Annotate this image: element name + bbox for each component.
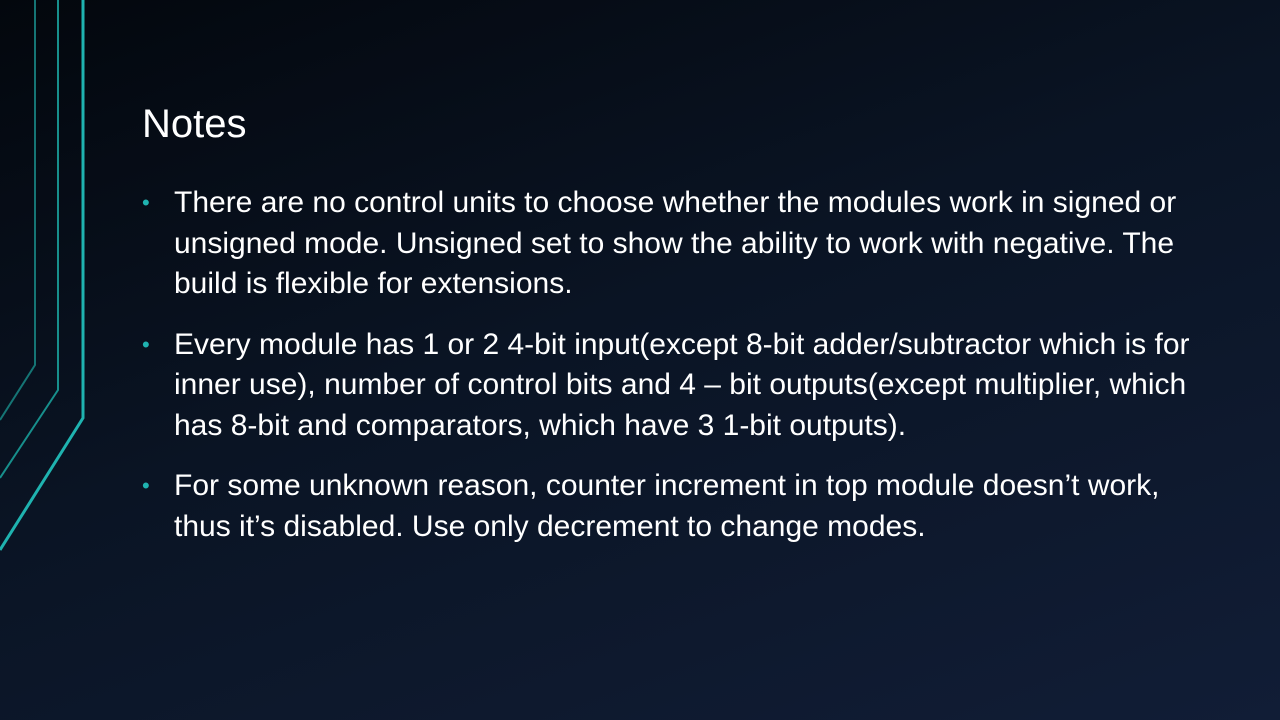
- bullet-dot-icon: •: [142, 190, 150, 215]
- deco-line-3: [0, 0, 85, 551]
- bullet-text: For some unknown reason, counter increme…: [174, 469, 1160, 543]
- deco-line-1: [0, 0, 36, 421]
- bullet-item: • For some unknown reason, counter incre…: [142, 466, 1202, 547]
- decorative-teal-lines: [0, 0, 85, 551]
- bullet-text: There are no control units to choose whe…: [174, 186, 1177, 300]
- slide-title: Notes: [142, 102, 247, 146]
- bullet-item: • Every module has 1 or 2 4-bit input(ex…: [142, 325, 1202, 447]
- bullet-dot-icon: •: [142, 473, 150, 498]
- slide: Notes • There are no control units to ch…: [0, 0, 1280, 720]
- bullet-item: • There are no control units to choose w…: [142, 183, 1202, 305]
- bullet-list: • There are no control units to choose w…: [142, 183, 1202, 567]
- bullet-dot-icon: •: [142, 331, 150, 357]
- bullet-text: Every module has 1 or 2 4-bit input(exce…: [174, 327, 1190, 442]
